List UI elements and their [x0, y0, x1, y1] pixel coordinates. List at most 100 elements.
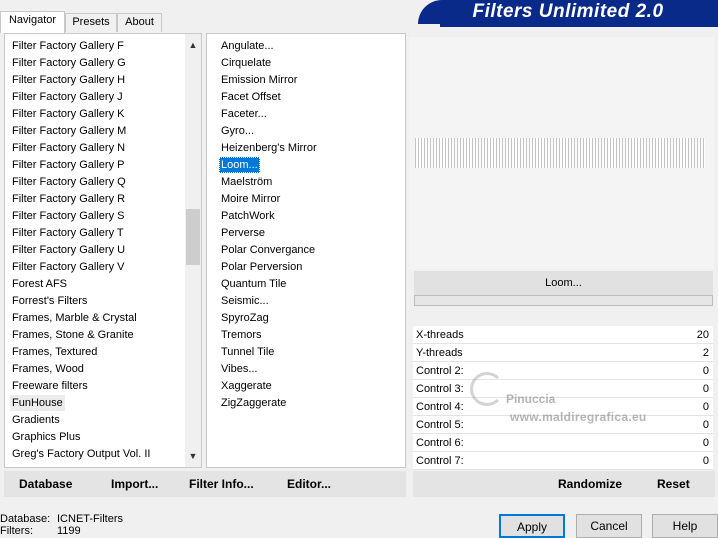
filter-item[interactable]: Perverse — [219, 225, 267, 241]
control-label: Control 5: — [416, 419, 464, 431]
category-item[interactable]: Forrest's Filters — [12, 293, 87, 309]
category-item[interactable]: Forest AFS — [12, 276, 67, 292]
control-row[interactable]: Control 4: 0 — [413, 398, 713, 416]
category-item[interactable]: Filter Factory Gallery Q — [12, 174, 126, 190]
control-row[interactable]: X-threads 20 — [413, 326, 713, 344]
control-row[interactable]: Control 7: 0 — [413, 452, 713, 470]
category-item[interactable]: Frames, Stone & Granite — [12, 327, 134, 343]
category-item[interactable]: Filter Factory Gallery S — [12, 208, 124, 224]
category-item[interactable]: Filter Factory Gallery T — [12, 225, 124, 241]
category-item[interactable]: Greg's Factory Output Vol. II — [12, 446, 150, 462]
filter-item[interactable]: Loom... — [219, 157, 260, 173]
category-item[interactable]: Filter Factory Gallery G — [12, 55, 126, 71]
category-item[interactable]: Filter Factory Gallery K — [12, 106, 124, 122]
filters-count: 1199 — [57, 525, 81, 537]
control-label: Y-threads — [416, 347, 463, 359]
help-button[interactable]: Help — [652, 514, 718, 538]
tab-navigator[interactable]: Navigator — [0, 11, 65, 33]
control-value[interactable]: 2 — [703, 344, 709, 362]
filter-name-button[interactable]: Loom... — [414, 271, 713, 295]
filter-item[interactable]: Emission Mirror — [219, 72, 299, 88]
control-row[interactable]: Control 2: 0 — [413, 362, 713, 380]
progress-bar — [414, 295, 713, 306]
control-label: Control 2: — [416, 365, 464, 377]
app-logo: Filters Unlimited 2.0 — [418, 0, 718, 24]
editor-button[interactable]: Editor... — [287, 471, 331, 497]
category-item[interactable]: Filter Factory Gallery V — [12, 259, 124, 275]
category-item[interactable]: Frames, Marble & Crystal — [12, 310, 137, 326]
control-value[interactable]: 0 — [703, 416, 709, 434]
filter-item[interactable]: Heizenberg's Mirror — [219, 140, 319, 156]
chevron-down-icon[interactable]: ▼ — [185, 448, 201, 465]
category-scrollbar[interactable]: ▲ ▼ — [185, 34, 201, 467]
category-item[interactable]: Freeware filters — [12, 378, 88, 394]
filter-item[interactable]: Vibes... — [219, 361, 260, 377]
category-item[interactable]: Filter Factory Gallery N — [12, 140, 125, 156]
filter-item[interactable]: Tunnel Tile — [219, 344, 276, 360]
control-row[interactable]: Y-threads 2 — [413, 344, 713, 362]
control-label: Control 6: — [416, 437, 464, 449]
filter-item[interactable]: Polar Perversion — [219, 259, 304, 275]
filter-item[interactable]: Gyro... — [219, 123, 256, 139]
control-label: Control 4: — [416, 401, 464, 413]
right-button-bar: Randomize Reset — [413, 471, 715, 497]
category-item[interactable]: Gradients — [12, 412, 60, 428]
filter-item[interactable]: Tremors — [219, 327, 264, 343]
database-label: Database: — [0, 513, 51, 525]
filter-item[interactable]: Moire Mirror — [219, 191, 282, 207]
category-list-panel: Filter Factory Gallery F Filter Factory G… — [4, 33, 202, 468]
filter-item[interactable]: Xaggerate — [219, 378, 274, 394]
control-row[interactable]: Control 5: 0 — [413, 416, 713, 434]
control-value[interactable]: 0 — [703, 398, 709, 416]
filter-item[interactable]: Cirquelate — [219, 55, 273, 71]
category-item[interactable]: Filter Factory Gallery U — [12, 242, 125, 258]
preview-area — [409, 37, 714, 269]
database-value: ICNET-Filters — [57, 513, 123, 525]
cancel-button[interactable]: Cancel — [576, 514, 642, 538]
control-value[interactable]: 0 — [703, 434, 709, 452]
category-list[interactable]: Filter Factory Gallery F Filter Factory G… — [5, 34, 185, 467]
category-item[interactable]: Graphics Plus — [12, 429, 80, 445]
tab-presets[interactable]: Presets — [65, 13, 117, 32]
reset-button[interactable]: Reset — [657, 471, 690, 497]
category-item[interactable]: Frames, Wood — [12, 361, 84, 377]
filter-item[interactable]: Quantum Tile — [219, 276, 288, 292]
filter-item[interactable]: Angulate... — [219, 38, 276, 54]
category-item[interactable]: Filter Factory Gallery H — [12, 72, 125, 88]
control-value[interactable]: 0 — [703, 380, 709, 398]
tab-about[interactable]: About — [117, 13, 162, 32]
control-label: Control 7: — [416, 455, 464, 467]
filter-info-button[interactable]: Filter Info... — [189, 471, 254, 497]
filter-item[interactable]: Polar Convergance — [219, 242, 317, 258]
apply-button[interactable]: Apply — [499, 514, 565, 538]
preview-image — [415, 138, 705, 168]
control-row[interactable]: Control 3: 0 — [413, 380, 713, 398]
control-value[interactable]: 20 — [697, 326, 709, 344]
filter-item[interactable]: ZigZaggerate — [219, 395, 288, 411]
filter-item[interactable]: Seismic... — [219, 293, 271, 309]
logo-underline — [440, 24, 718, 27]
chevron-up-icon[interactable]: ▲ — [185, 37, 201, 54]
filter-item[interactable]: Facet Offset — [219, 89, 283, 105]
filter-item[interactable]: PatchWork — [219, 208, 277, 224]
category-item[interactable]: Filter Factory Gallery P — [12, 157, 124, 173]
category-item[interactable]: Filter Factory Gallery R — [12, 191, 125, 207]
database-button[interactable]: Database — [19, 471, 72, 497]
control-value[interactable]: 0 — [703, 362, 709, 380]
category-item[interactable]: Frames, Textured — [12, 344, 97, 360]
filter-item[interactable]: SpyroZag — [219, 310, 271, 326]
randomize-button[interactable]: Randomize — [558, 471, 622, 497]
category-item[interactable]: Filter Factory Gallery F — [12, 38, 124, 54]
category-item[interactable]: Filter Factory Gallery M — [12, 123, 126, 139]
control-label: X-threads — [416, 329, 464, 341]
filters-label: Filters: — [0, 525, 33, 537]
filter-item[interactable]: Maelström — [219, 174, 274, 190]
category-item[interactable]: FunHouse — [10, 395, 65, 411]
import-button[interactable]: Import... — [111, 471, 158, 497]
scrollbar-thumb[interactable] — [186, 209, 200, 265]
filter-item[interactable]: Faceter... — [219, 106, 269, 122]
control-row[interactable]: Control 6: 0 — [413, 434, 713, 452]
category-item[interactable]: Filter Factory Gallery J — [12, 89, 123, 105]
control-label: Control 3: — [416, 383, 464, 395]
control-value[interactable]: 0 — [703, 452, 709, 470]
